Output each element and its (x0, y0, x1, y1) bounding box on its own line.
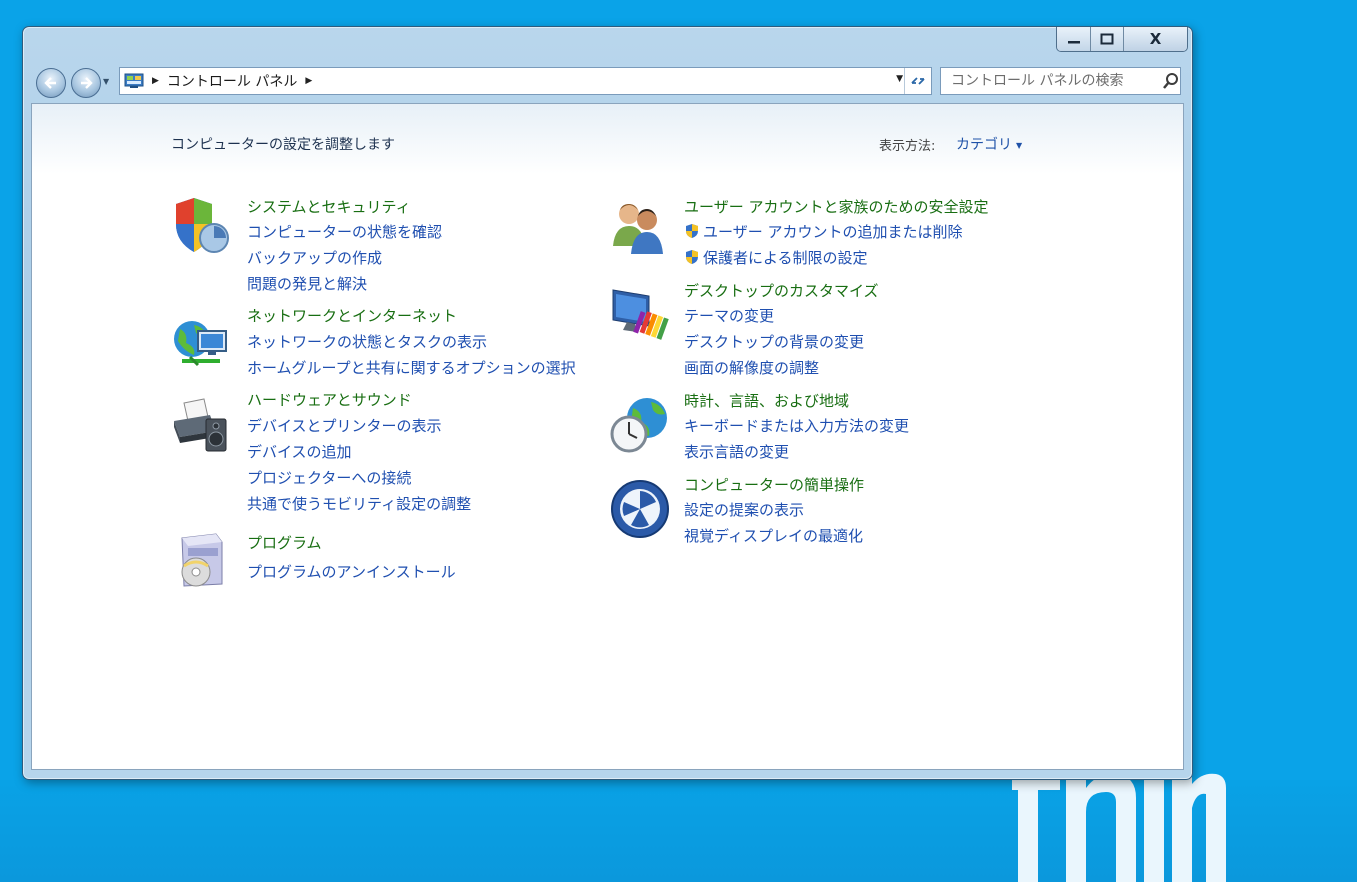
maximize-button[interactable] (1091, 27, 1124, 51)
category-hardware-sound[interactable]: ハードウェアとサウンド (247, 389, 412, 410)
program-disc-icon (181, 533, 223, 587)
ease-of-access-icon (611, 480, 669, 538)
security-shield-icon (176, 198, 229, 253)
link-mobility-settings[interactable]: 共通で使うモビリティ設定の調整 (247, 493, 471, 514)
link-parental-controls[interactable]: 保護者による制限の設定 (684, 247, 868, 268)
network-globe-icon (174, 321, 227, 367)
category-appearance[interactable]: デスクトップのカスタマイズ (684, 280, 879, 301)
link-network-status[interactable]: ネットワークの状態とタスクの表示 (247, 331, 487, 352)
control-panel-icon (124, 73, 144, 88)
link-adjust-resolution[interactable]: 画面の解像度の調整 (684, 357, 819, 378)
recent-pages-dropdown[interactable]: ▼ (103, 77, 109, 86)
page-title: コンピューターの設定を調整します (171, 137, 395, 153)
desktop-personalize-icon (612, 289, 669, 340)
link-add-remove-accounts-label: ユーザー アカウントの追加または削除 (703, 223, 963, 241)
view-by-value: カテゴリ (956, 137, 1012, 153)
link-add-remove-accounts[interactable]: ユーザー アカウントの追加または削除 (684, 221, 962, 242)
minimize-icon (1067, 41, 1080, 44)
forward-button[interactable] (71, 68, 101, 98)
user-accounts-icon (613, 204, 663, 254)
link-add-device[interactable]: デバイスの追加 (247, 441, 352, 462)
link-change-display-language[interactable]: 表示言語の変更 (684, 441, 789, 462)
link-suggested-settings[interactable]: 設定の提案の表示 (684, 499, 804, 520)
uac-shield-icon (686, 224, 698, 238)
clock-globe-icon (610, 398, 667, 453)
search-box (940, 67, 1181, 95)
close-icon: X (1149, 30, 1162, 48)
chevron-down-icon: ▼ (1016, 140, 1023, 150)
link-troubleshoot[interactable]: 問題の発見と解決 (247, 273, 367, 294)
arrow-left-icon (44, 77, 56, 89)
search-input[interactable] (949, 72, 1158, 90)
refresh-icon (911, 77, 925, 85)
link-parental-controls-label: 保護者による制限の設定 (703, 249, 868, 267)
control-panel-window: X ▼ ▶ コントロール パネル ▶ ▼ コンピューターの設定を調整します (22, 26, 1193, 780)
breadcrumb-control-panel[interactable]: コントロール パネル (167, 71, 297, 91)
link-homegroup-options[interactable]: ホームグループと共有に関するオプションの選択 (247, 357, 576, 378)
uac-shield-icon (686, 250, 698, 264)
breadcrumb-separator-icon[interactable]: ▶ (305, 76, 312, 86)
link-check-status[interactable]: コンピューターの状態を確認 (247, 221, 442, 242)
category-network-internet[interactable]: ネットワークとインターネット (247, 305, 457, 326)
main-content: コンピューターの設定を調整します 表示方法: カテゴリ ▼ システムとセキュリティ… (31, 103, 1184, 770)
link-change-keyboard[interactable]: キーボードまたは入力方法の変更 (684, 415, 909, 436)
category-programs[interactable]: プログラム (247, 532, 322, 553)
link-uninstall-program[interactable]: プログラムのアンインストール (247, 561, 456, 582)
close-button[interactable]: X (1123, 27, 1187, 51)
category-ease-of-access[interactable]: コンピューターの簡単操作 (684, 474, 864, 495)
link-change-background[interactable]: デスクトップの背景の変更 (684, 331, 864, 352)
view-by-dropdown[interactable]: カテゴリ ▼ (956, 134, 1022, 154)
back-button[interactable] (36, 68, 66, 98)
link-devices-printers[interactable]: デバイスとプリンターの表示 (247, 415, 442, 436)
search-icon[interactable] (1162, 72, 1180, 90)
caption-buttons: X (1056, 27, 1188, 52)
breadcrumb-separator-icon[interactable]: ▶ (152, 76, 159, 86)
arrow-right-icon (81, 77, 93, 89)
category-system-security[interactable]: システムとセキュリティ (247, 196, 411, 217)
view-by-label: 表示方法: (879, 139, 936, 154)
maximize-icon (1100, 33, 1114, 45)
link-create-backup[interactable]: バックアップの作成 (247, 247, 382, 268)
address-bar[interactable]: ▶ コントロール パネル ▶ ▼ (119, 67, 932, 95)
address-dropdown-icon[interactable]: ▼ (896, 74, 903, 84)
link-change-theme[interactable]: テーマの変更 (684, 305, 774, 326)
link-connect-projector[interactable]: プロジェクターへの接続 (247, 467, 411, 488)
minimize-button[interactable] (1057, 27, 1092, 51)
link-optimize-display[interactable]: 視覚ディスプレイの最適化 (684, 525, 863, 546)
category-user-accounts[interactable]: ユーザー アカウントと家族のための安全設定 (684, 196, 988, 217)
refresh-button[interactable] (904, 68, 931, 94)
printer-speaker-icon (174, 398, 227, 452)
category-clock-language-region[interactable]: 時計、言語、および地域 (684, 390, 849, 411)
